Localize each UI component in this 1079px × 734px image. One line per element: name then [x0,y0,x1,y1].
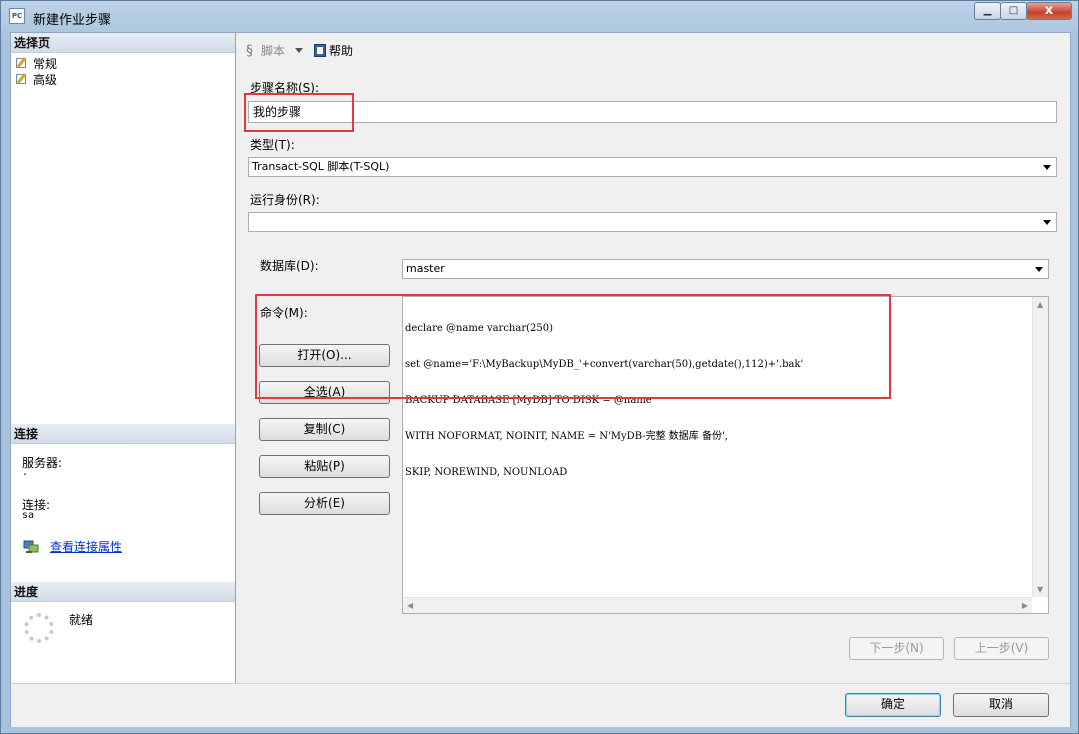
help-button[interactable]: 帮助 [314,42,353,59]
ok-button[interactable]: 确定 [845,693,941,717]
type-select-value: Transact-SQL 脚本(T-SQL) [252,160,390,173]
job-step-dialog: PC 新建作业步骤 ▁ □ x 选择页 常规 高级 连接 服务器: . 连接: … [0,0,1079,734]
left-pane: 选择页 常规 高级 连接 服务器: . 连接: sa 查看连接属性 进度 就绪 [11,33,236,683]
help-label: 帮助 [329,44,354,58]
run-as-label: 运行身份(R): [250,193,320,207]
horizontal-scrollbar[interactable]: ◀ ▶ [403,597,1032,613]
database-select[interactable]: master [402,259,1049,279]
dialog-footer: 确定 取消 [11,683,1070,727]
minimize-icon: ▁ [983,5,992,16]
page-pencil-icon [15,73,29,85]
run-as-select[interactable] [248,212,1057,232]
step-name-input[interactable]: 我的步骤 [248,101,1057,123]
paste-button[interactable]: 粘贴(P) [259,455,390,478]
highlight-box-step-name [244,93,354,132]
maximize-icon: □ [1008,5,1019,16]
app-icon: PC [9,8,25,24]
minimize-button[interactable]: ▁ [974,2,1001,20]
script-dropdown-chevron-icon[interactable] [295,48,303,53]
progress-header: 进度 [11,582,235,602]
chevron-down-icon [1043,165,1051,170]
page-item-label: 常规 [33,56,58,71]
window-title: 新建作业步骤 [33,13,112,28]
toolbar: § 脚本 帮助 [236,33,1070,67]
scroll-left-icon[interactable]: ◀ [407,601,413,610]
select-page-header: 选择页 [11,33,235,53]
close-icon: x [1044,3,1054,18]
type-label: 类型(T): [250,138,295,152]
page-item-general[interactable]: 常规 [15,55,57,71]
script-icon: § [246,42,253,59]
dialog-client: 选择页 常规 高级 连接 服务器: . 连接: sa 查看连接属性 进度 就绪 [10,32,1071,727]
parse-button[interactable]: 分析(E) [259,492,390,515]
command-line: SKIP, NOREWIND, NOUNLOAD [405,467,568,478]
type-select[interactable]: Transact-SQL 脚本(T-SQL) [248,157,1057,177]
connection-properties-icon [23,540,39,553]
view-connection-properties-link[interactable]: 查看连接属性 [50,538,122,555]
next-step-button[interactable]: 下一步(N) [849,637,944,660]
title-bar[interactable]: PC 新建作业步骤 ▁ □ x [1,1,1078,31]
close-button[interactable]: x [1026,2,1072,20]
server-value: . [22,467,29,478]
chevron-down-icon [1043,220,1051,225]
command-line: WITH NOFORMAT, NOINIT, NAME = N'MyDB-完整 … [405,431,728,442]
page-item-label: 高级 [33,72,58,87]
scroll-right-icon[interactable]: ▶ [1022,601,1028,610]
scroll-down-icon[interactable]: ▼ [1037,585,1043,594]
vertical-scrollbar[interactable]: ▲ ▼ [1032,297,1048,597]
progress-status: 就绪 [69,613,94,627]
page-item-advanced[interactable]: 高级 [15,71,57,87]
scroll-up-icon[interactable]: ▲ [1037,300,1043,309]
help-book-icon [314,44,326,57]
highlight-box-command [255,294,891,399]
database-label: 数据库(D): [260,259,319,273]
chevron-down-icon [1035,267,1043,272]
connection-value: sa [22,510,35,521]
previous-step-button[interactable]: 上一步(V) [954,637,1049,660]
script-label: 脚本 [261,44,286,58]
maximize-button[interactable]: □ [1000,2,1027,20]
copy-button[interactable]: 复制(C) [259,418,390,441]
page-pencil-icon [15,57,29,69]
database-select-value: master [406,262,445,275]
connection-header: 连接 [11,424,235,444]
script-button[interactable]: § 脚本 [246,42,285,59]
window-controls: ▁ □ x [974,2,1072,20]
cancel-button[interactable]: 取消 [953,693,1049,717]
progress-spinner-icon [24,613,54,643]
